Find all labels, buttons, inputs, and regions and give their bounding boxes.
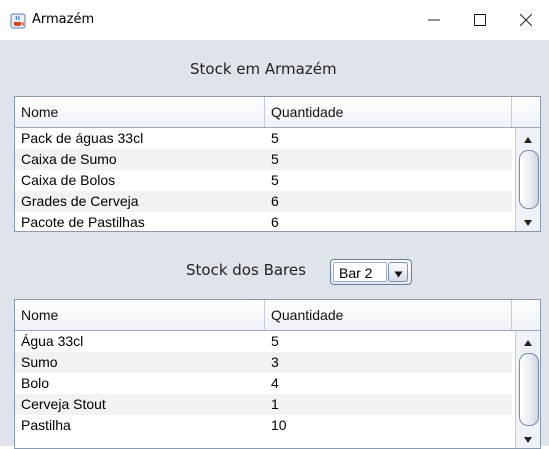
table-row[interactable]: Caixa de Bolos 5 — [15, 170, 512, 191]
table-row[interactable]: Caixa de Sumo 5 — [15, 149, 512, 170]
scroll-thumb[interactable] — [519, 353, 539, 426]
table-header: Nome Quantidade — [15, 300, 540, 331]
scroll-down-button[interactable] — [516, 213, 540, 229]
column-header-nome[interactable]: Nome — [15, 97, 265, 127]
cell-quantity: 4 — [271, 375, 279, 391]
cell-name: Caixa de Bolos — [21, 172, 116, 188]
column-header-quantidade[interactable]: Quantidade — [265, 97, 512, 127]
bar-rows: Água 33cl 5 Sumo 3 Bolo 4 Cerveja Stout … — [15, 331, 512, 436]
chevron-down-icon — [394, 263, 403, 282]
bar-stock-title: Stock dos Bares — [186, 261, 306, 279]
table-row[interactable]: Sumo 3 — [15, 352, 512, 373]
window-content: Stock em Armazém Nome Quantidade Pack de… — [0, 40, 549, 449]
minimize-button[interactable] — [411, 0, 457, 40]
cell-name: Água 33cl — [21, 333, 84, 349]
cell-name: Pastilha — [21, 417, 71, 433]
arrow-down-icon — [523, 429, 533, 448]
dropdown-arrow-button[interactable] — [388, 262, 408, 282]
minimize-icon — [428, 14, 440, 26]
scroll-up-button[interactable] — [516, 333, 540, 349]
cell-quantity: 5 — [271, 172, 279, 188]
cell-name: Sumo — [21, 354, 58, 370]
cell-name: Cerveja Stout — [21, 396, 106, 412]
table-row[interactable]: Cerveja Stout 1 — [15, 394, 512, 415]
cell-quantity: 5 — [271, 333, 279, 349]
cell-quantity: 6 — [271, 193, 279, 209]
vertical-scrollbar[interactable] — [515, 128, 540, 231]
bar-select-value: Bar 2 — [333, 262, 387, 282]
cell-name: Pack de águas 33cl — [21, 130, 144, 146]
cell-quantity: 6 — [271, 214, 279, 230]
window-title: Armazém — [32, 12, 95, 27]
bar-select-dropdown[interactable]: Bar 2 — [330, 259, 412, 285]
table-row[interactable]: Pacote de Pastilhas 6 — [15, 212, 512, 231]
arrow-down-icon — [523, 212, 533, 231]
table-row[interactable]: Bolo 4 — [15, 373, 512, 394]
cell-name: Grades de Cerveja — [21, 193, 139, 209]
cell-quantity: 10 — [271, 417, 287, 433]
close-icon — [520, 14, 532, 26]
bar-selector-row: Stock dos Bares Bar 2 — [0, 253, 549, 287]
bar-stock-table[interactable]: Nome Quantidade Água 33cl 5 Sumo 3 Bolo … — [14, 299, 541, 449]
column-header-nome[interactable]: Nome — [15, 300, 265, 330]
maximize-icon — [474, 14, 486, 26]
warehouse-rows: Pack de águas 33cl 5 Caixa de Sumo 5 Cai… — [15, 128, 512, 231]
cell-quantity: 5 — [271, 151, 279, 167]
table-row[interactable]: Água 33cl 5 — [15, 331, 512, 352]
scroll-down-button[interactable] — [516, 430, 540, 446]
cell-name: Bolo — [21, 375, 50, 391]
scroll-up-button[interactable] — [516, 130, 540, 146]
table-row[interactable]: Pack de águas 33cl 5 — [15, 128, 512, 149]
arrow-up-icon — [523, 129, 533, 148]
warehouse-stock-title: Stock em Armazém — [190, 60, 337, 78]
cell-quantity: 1 — [271, 396, 279, 412]
table-row[interactable]: Grades de Cerveja 6 — [15, 191, 512, 212]
vertical-scrollbar[interactable] — [515, 331, 540, 448]
cell-quantity: 5 — [271, 130, 279, 146]
cell-name: Pacote de Pastilhas — [21, 214, 145, 230]
maximize-button[interactable] — [457, 0, 503, 40]
scroll-thumb[interactable] — [519, 150, 539, 209]
java-cup-icon — [10, 13, 26, 29]
close-button[interactable] — [503, 0, 549, 40]
column-header-quantidade[interactable]: Quantidade — [265, 300, 512, 330]
cell-quantity: 3 — [271, 354, 279, 370]
cell-name: Caixa de Sumo — [21, 151, 117, 167]
warehouse-stock-table[interactable]: Nome Quantidade Pack de águas 33cl 5 Cai… — [14, 96, 541, 232]
title-bar[interactable]: Armazém — [0, 0, 549, 40]
table-header: Nome Quantidade — [15, 97, 540, 128]
arrow-up-icon — [523, 332, 533, 351]
table-row[interactable]: Pastilha 10 — [15, 415, 512, 436]
